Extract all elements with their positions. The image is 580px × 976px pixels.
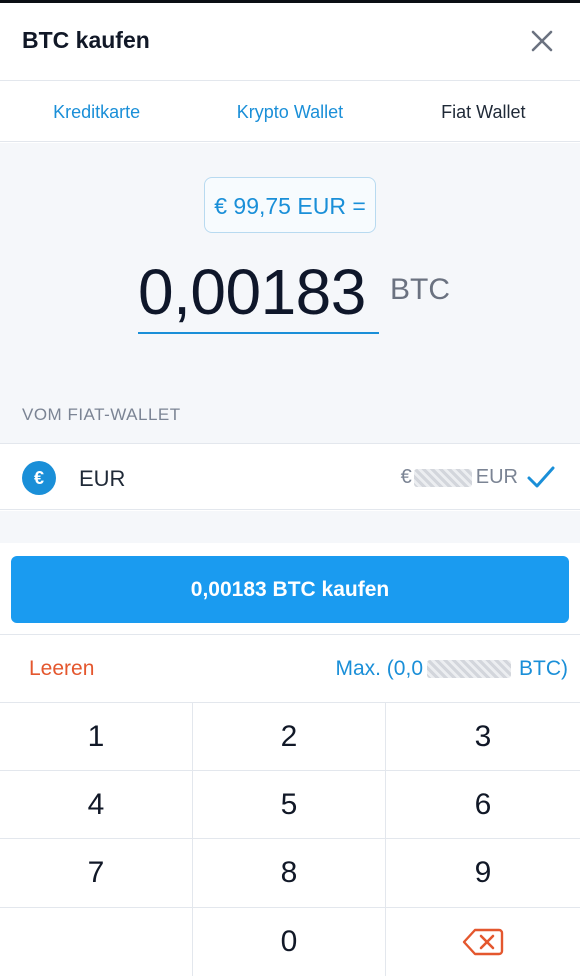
key-2[interactable]: 2 [193, 703, 386, 771]
max-button[interactable]: Max. (0,0 BTC) [335, 657, 568, 681]
key-1[interactable]: 1 [0, 703, 193, 771]
divider [0, 634, 580, 635]
tab-fiat-wallet[interactable]: Fiat Wallet [387, 82, 580, 141]
balance-suffix: EUR [475, 466, 518, 488]
key-empty [0, 908, 193, 976]
section-label: VOM FIAT-WALLET [22, 405, 181, 424]
amount-input-area: € 99,75 EUR = 0,00183 BTC VOM FIAT-WALLE… [0, 143, 580, 443]
header: BTC kaufen [0, 3, 580, 81]
key-3[interactable]: 3 [386, 703, 580, 771]
backspace-key[interactable] [386, 908, 580, 976]
key-0[interactable]: 0 [193, 908, 386, 976]
wallet-balance: € EUR [401, 466, 518, 489]
clear-button[interactable]: Leeren [29, 657, 94, 681]
fiat-amount-toggle[interactable]: € 99,75 EUR = [204, 177, 376, 233]
wallet-currency: EUR [79, 466, 126, 491]
checkmark-icon [527, 466, 555, 488]
spacer [0, 511, 580, 543]
fiat-wallet-option[interactable]: € EUR € EUR [0, 443, 580, 510]
buy-button[interactable]: 0,00183 BTC kaufen [11, 556, 569, 623]
crypto-amount-input[interactable]: 0,00183 [138, 251, 378, 333]
key-8[interactable]: 8 [193, 839, 386, 908]
amount-underline [138, 332, 379, 334]
key-4[interactable]: 4 [0, 771, 193, 839]
backspace-icon [462, 928, 504, 956]
max-label-prefix: Max. (0,0 [335, 657, 423, 680]
balance-prefix: € [400, 466, 412, 488]
tab-krypto-wallet[interactable]: Krypto Wallet [193, 82, 386, 141]
crypto-unit-label: BTC [390, 273, 450, 306]
max-label-suffix: BTC) [519, 657, 568, 680]
tab-kreditkarte[interactable]: Kreditkarte [0, 82, 193, 141]
redacted-max-amount [427, 660, 511, 678]
redacted-balance [413, 468, 472, 487]
key-5[interactable]: 5 [193, 771, 386, 839]
page-title: BTC kaufen [22, 27, 150, 53]
payment-method-tabs: Kreditkarte Krypto Wallet Fiat Wallet [0, 82, 580, 142]
euro-icon: € [22, 461, 56, 495]
key-7[interactable]: 7 [0, 839, 193, 908]
key-9[interactable]: 9 [386, 839, 580, 908]
numeric-keypad: 1 2 3 4 5 6 7 8 9 0 [0, 702, 580, 976]
close-button[interactable] [526, 25, 558, 57]
key-6[interactable]: 6 [386, 771, 580, 839]
close-icon [531, 30, 553, 52]
